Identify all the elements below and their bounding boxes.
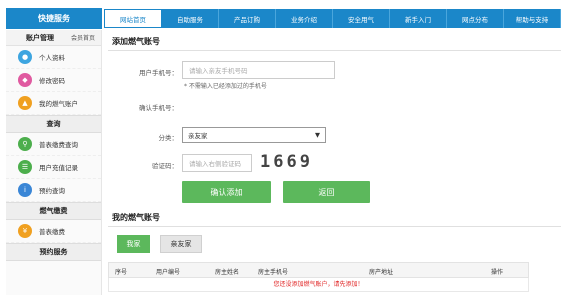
my-accounts-title: 我的燃气账号 (112, 213, 160, 222)
sidebar-section-query: 查询 (6, 115, 101, 133)
phone-hint: * 不需输入已经添加过的手机号 (184, 83, 267, 90)
info-icon: i (18, 183, 32, 197)
sidebar-item-label: 普表缴费 (39, 228, 65, 236)
sidebar-item-gas-account[interactable]: ▲ 我的燃气账户 (6, 92, 101, 115)
chevron-down-icon: ▼ (315, 131, 320, 139)
nav-item-home[interactable]: 网站首页 (104, 9, 162, 28)
back-button[interactable]: 返回 (283, 181, 370, 203)
sidebar-item-change-password[interactable]: ◆ 修改密码 (6, 69, 101, 92)
lock-icon: ◆ (18, 73, 32, 87)
person-icon: ● (18, 50, 32, 64)
nav-item-safety[interactable]: 安全用气 (333, 9, 390, 28)
confirm-add-button[interactable]: 确认添加 (182, 181, 271, 203)
record-icon: ☰ (18, 160, 32, 174)
sidebar-title: 账户管理 (26, 33, 54, 42)
nav-item-self-service[interactable]: 自助服务 (162, 9, 219, 28)
sidebar-section-booking: 预约服务 (6, 243, 101, 261)
captcha-input[interactable]: 请输入右侧验证码 (182, 154, 252, 172)
nav-item-product-order[interactable]: 产品订购 (219, 9, 276, 28)
sidebar-item-recharge-records[interactable]: ☰ 用户充值记录 (6, 156, 101, 179)
sidebar-item-label: 普表缴费查询 (39, 141, 78, 149)
nav-item-beginner[interactable]: 新手入门 (390, 9, 447, 28)
member-home-link[interactable]: 会员首页 (71, 33, 95, 42)
divider (108, 226, 561, 227)
phone-label: 用户手机号： (139, 69, 178, 77)
empty-message: 您还没添加燃气账户，请先添加！ (108, 278, 529, 292)
pay-icon: ¥ (18, 224, 32, 238)
nav-item-outlets[interactable]: 网点分布 (447, 9, 504, 28)
column-header: 序号 (115, 269, 128, 276)
search-icon: ⚲ (18, 137, 32, 151)
sidebar-section-payment: 燃气缴费 (6, 202, 101, 220)
category-value: 亲友家 (188, 132, 208, 140)
captcha-image[interactable]: 1669 (260, 152, 313, 172)
sidebar-item-booking-query[interactable]: i 预约查询 (6, 179, 101, 202)
top-navigation: 快捷服务 网站首页 自助服务 产品订购 业务介绍 安全用气 新手入门 网点分布 … (0, 0, 567, 30)
tab-my-home[interactable]: 我家 (117, 235, 150, 253)
sidebar-item-label: 我的燃气账户 (39, 100, 78, 108)
tab-relatives-home[interactable]: 亲友家 (160, 235, 202, 253)
brand-title: 快捷服务 (6, 8, 102, 29)
flame-icon: ▲ (18, 96, 32, 110)
column-header: 房产地址 (369, 269, 394, 276)
column-header: 房主姓名 (215, 269, 240, 276)
category-select[interactable]: 亲友家 ▼ (182, 127, 326, 143)
sidebar-item-label: 预约查询 (39, 187, 65, 195)
sidebar-item-label: 用户充值记录 (39, 164, 78, 172)
nav-item-help[interactable]: 帮助与支持 (504, 9, 561, 28)
sidebar-item-profile[interactable]: ● 个人资料 (6, 46, 101, 69)
nav-item-business[interactable]: 业务介绍 (276, 9, 333, 28)
sidebar-item-label: 修改密码 (39, 77, 65, 85)
sidebar-item-bill-query[interactable]: ⚲ 普表缴费查询 (6, 133, 101, 156)
confirm-phone-label: 确认手机号： (139, 104, 178, 112)
divider (108, 50, 561, 51)
column-header: 用户编号 (156, 269, 181, 276)
phone-input[interactable]: 请输入亲友手机号码 (182, 61, 335, 79)
main-content: 添加燃气账号 用户手机号： 请输入亲友手机号码 * 不需输入已经添加过的手机号 … (108, 30, 561, 295)
category-label: 分类： (158, 134, 179, 142)
sidebar-item-bill-payment[interactable]: ¥ 普表缴费 (6, 220, 101, 243)
captcha-label: 验证码： (152, 162, 178, 170)
add-account-title: 添加燃气账号 (112, 37, 160, 46)
accounts-table-header: 序号 用户编号 房主姓名 房主手机号 房产地址 操作 (108, 262, 529, 278)
nav-bar: 网站首页 自助服务 产品订购 业务介绍 安全用气 新手入门 网点分布 帮助与支持 (104, 9, 561, 28)
sidebar-header: 账户管理 会员首页 (6, 30, 101, 46)
sidebar: 账户管理 会员首页 ● 个人资料 ◆ 修改密码 ▲ 我的燃气账户 查询 ⚲ 普表… (6, 30, 102, 295)
sidebar-item-label: 个人资料 (39, 54, 65, 62)
column-header: 房主手机号 (258, 269, 289, 276)
column-header: 操作 (491, 269, 504, 276)
